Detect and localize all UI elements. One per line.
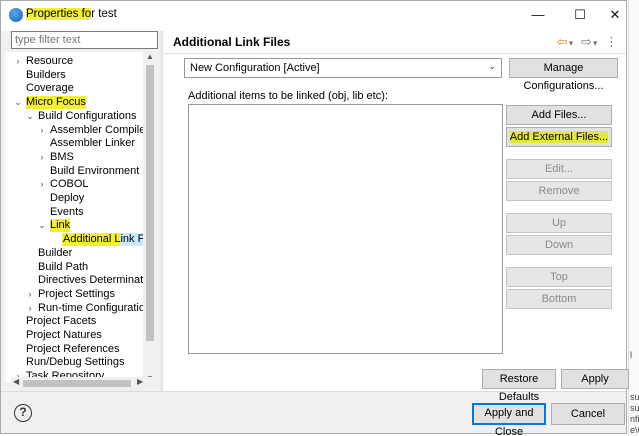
add-files-button[interactable]: Add Files...	[506, 105, 612, 125]
restore-defaults-button[interactable]: Restore Defaults	[482, 369, 556, 403]
tree-item-label: Builder	[38, 246, 73, 259]
link-items-list[interactable]	[188, 104, 503, 354]
tree-item-label: Link	[50, 219, 71, 233]
tree-item-label: Deploy	[50, 192, 85, 204]
back-arrow-icon[interactable]: ⇦	[557, 34, 568, 50]
tree-item-label: Micro Focus	[26, 96, 86, 110]
tree-item-label: Build Configurations	[38, 109, 137, 122]
chevron-right-icon[interactable]: ›	[37, 124, 47, 137]
tree-item-label: Project References	[26, 342, 120, 355]
navigation-panel: ›ResourceBuildersCoverage⌄Micro Focus⌄Bu…	[5, 31, 161, 391]
property-tree: › Resource Builders Coverage ⌄ Micro Focus ⌄ Bu…	[5, 52, 157, 382]
top-button[interactable]: Top	[506, 267, 612, 287]
chevron-down-icon[interactable]: ⌄	[37, 219, 47, 232]
tree-item-label: COBOL	[50, 178, 89, 191]
edit-button[interactable]: Edit...	[506, 159, 612, 179]
window-title: Properties for test	[26, 8, 117, 20]
up-button[interactable]: Up	[506, 213, 612, 233]
tree-item-label: Resource	[26, 55, 74, 67]
properties-dialog: Properties for test — ☐ ✕ ›ResourceBuild…	[0, 0, 629, 436]
panel-divider[interactable]	[161, 31, 162, 391]
tree-item-label: Assembler Linker	[50, 137, 135, 150]
tree-item-label: Build Environment	[50, 164, 140, 177]
chevron-right-icon[interactable]: ›	[13, 55, 23, 68]
bg-text: su	[630, 392, 639, 402]
apply-button[interactable]: Apply	[561, 369, 629, 389]
chevron-right-icon[interactable]: ›	[25, 288, 35, 301]
bg-text: e\C	[630, 425, 639, 435]
page-title: Additional Link Files	[173, 35, 291, 49]
tree-item-label: Project Facets	[26, 315, 97, 328]
eclipse-app-icon	[9, 8, 23, 22]
bottom-button[interactable]: Bottom	[506, 289, 612, 309]
remove-button[interactable]: Remove	[506, 181, 612, 201]
chevron-right-icon[interactable]: ›	[25, 302, 35, 315]
chevron-right-icon[interactable]: ›	[37, 178, 47, 191]
close-button[interactable]: ✕	[605, 7, 625, 25]
tree-item-label: Run/Debug Settings	[26, 356, 125, 369]
scroll-up-icon[interactable]: ▲	[143, 52, 157, 61]
title-bar[interactable]: Properties for test — ☐ ✕	[1, 1, 626, 31]
tree-item-label: Assembler Compiler	[50, 123, 150, 136]
tree-item-label: Project Natures	[26, 329, 102, 341]
tree-vertical-scrollbar[interactable]: ▲ ▼	[143, 52, 157, 388]
tree-item-label: Directives Determination	[38, 274, 157, 287]
forward-menu-chevron-icon[interactable]: ▾	[593, 38, 598, 49]
chevron-down-icon[interactable]: ⌄	[13, 96, 23, 109]
tree-item-label: Build Path	[38, 260, 89, 273]
tree-item-label: Project Settings	[38, 287, 116, 300]
filter-input[interactable]	[11, 31, 158, 49]
cancel-button[interactable]: Cancel	[551, 403, 625, 425]
scroll-left-icon[interactable]: ◀	[13, 377, 19, 386]
scroll-thumb[interactable]	[146, 65, 154, 341]
chevron-down-icon[interactable]: ⌄	[25, 110, 35, 123]
page-navigation: ⇦▾ ⇨▾ ⋮	[553, 34, 618, 50]
help-icon[interactable]: ?	[14, 404, 32, 422]
bg-text: su	[630, 403, 639, 413]
bg-text: nfig	[630, 414, 639, 424]
tree-item-label: Run-time Configuration	[38, 301, 152, 314]
tree-item-label: Builders	[26, 68, 66, 81]
configuration-value: New Configuration [Active]	[190, 62, 320, 74]
header-separator	[164, 53, 626, 54]
chevron-down-icon: ⌄	[488, 61, 496, 71]
scroll-right-icon[interactable]: ▶	[137, 377, 143, 386]
add-external-files-button[interactable]: Add External Files...	[506, 127, 612, 147]
manage-configurations-button[interactable]: Manage Configurations...	[509, 58, 618, 92]
chevron-right-icon[interactable]: ›	[37, 151, 47, 164]
h-scroll-thumb[interactable]	[23, 380, 131, 387]
down-button[interactable]: Down	[506, 235, 612, 255]
bg-text: l	[630, 350, 632, 360]
list-label: Additional items to be linked (obj, lib …	[188, 90, 388, 102]
tree-item-label: Coverage	[26, 82, 74, 95]
apply-and-close-button[interactable]: Apply and Close	[472, 403, 546, 436]
properties-page: Additional Link Files ⇦▾ ⇨▾ ⋮ New Config…	[164, 31, 629, 403]
minimize-button[interactable]: —	[528, 7, 548, 25]
background-window-edge: l su su nfig e\C	[628, 0, 639, 436]
tree-horizontal-scrollbar[interactable]: ◀ ▶	[11, 377, 157, 390]
view-menu-icon[interactable]: ⋮	[605, 34, 618, 50]
button-bar-separator	[1, 391, 626, 392]
tree-item-label: BMS	[50, 150, 74, 163]
configuration-select[interactable]: New Configuration [Active] ⌄	[184, 58, 502, 78]
forward-arrow-icon[interactable]: ⇨	[581, 34, 592, 50]
back-menu-chevron-icon[interactable]: ▾	[569, 38, 574, 49]
tree-item-label: Events	[50, 205, 84, 218]
maximize-button[interactable]: ☐	[570, 7, 590, 25]
